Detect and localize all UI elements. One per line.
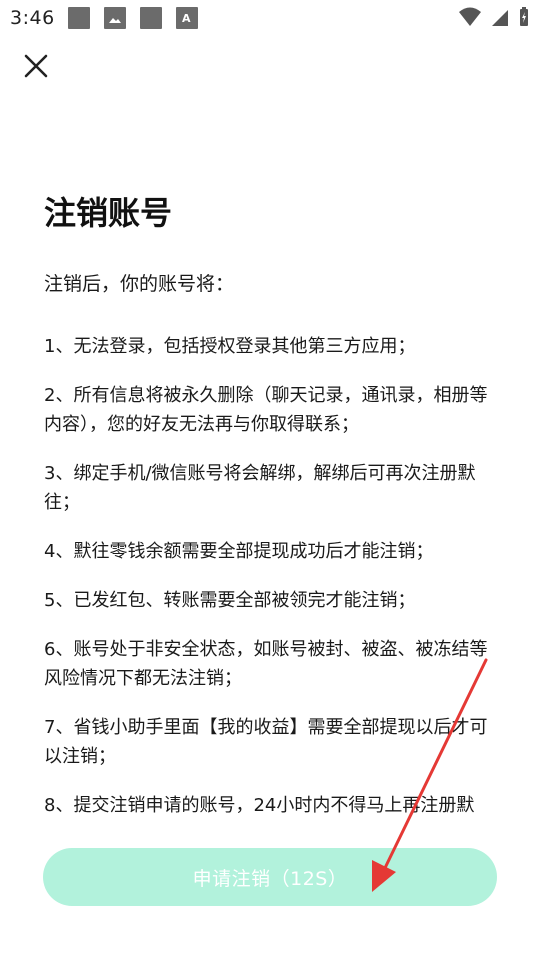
status-system-icons (458, 6, 530, 28)
svg-text:A: A (182, 12, 191, 25)
notice-item: 2、所有信息将被永久删除（聊天记录，通讯录，相册等内容），您的好友无法再与你取得… (44, 385, 488, 435)
wifi-icon (459, 7, 481, 26)
notice-item: 5、已发红包、转账需要全部被领完才能注销； (44, 590, 416, 611)
square-icon (68, 7, 90, 29)
notice-item: 3、绑定手机/微信账号将会解绑，解绑后可再次注册默往； (44, 463, 476, 513)
apply-cancel-account-button[interactable]: 申请注销（12S） (43, 848, 497, 906)
notice-item: 1、无法登录，包括授权登录其他第三方应用； (44, 336, 416, 357)
close-icon (24, 54, 48, 78)
notice-content[interactable]: 注销后，你的账号将： 1、无法登录，包括授权登录其他第三方应用； 2、所有信息将… (44, 268, 500, 818)
a-icon: A (176, 7, 198, 29)
notice-intro: 注销后，你的账号将： (44, 273, 235, 295)
status-bar: 3:46 A (0, 0, 540, 38)
status-notification-icons: A (68, 7, 198, 29)
image-icon (104, 7, 126, 29)
notice-item: 4、默往零钱余额需要全部提现成功后才能注销； (44, 541, 434, 562)
signal-icon (492, 10, 508, 26)
page-title: 注销账号 (44, 194, 173, 232)
battery-icon (520, 7, 528, 26)
notice-item: 8、提交注销申请的账号，24小时内不得马上再注册默 (44, 795, 475, 816)
apply-button-label: 申请注销（12S） (192, 867, 348, 890)
notice-item: 6、账号处于非安全状态，如账号被封、被盗、被冻结等风险情况下都无法注销； (44, 639, 488, 689)
square-icon (140, 7, 162, 29)
status-time: 3:46 (10, 7, 55, 29)
close-button[interactable] (20, 50, 52, 82)
notice-item: 7、省钱小助手里面【我的收益】需要全部提现以后才可以注销； (44, 717, 488, 767)
